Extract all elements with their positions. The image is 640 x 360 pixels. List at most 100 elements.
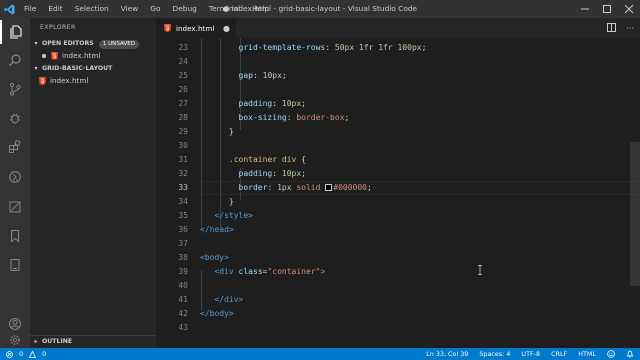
files-icon[interactable] xyxy=(0,20,30,44)
line-number-active: 33 xyxy=(178,183,188,192)
css-value: 10px xyxy=(262,71,282,80)
line-ending[interactable]: CRLF xyxy=(551,350,567,358)
unsaved-dot-icon[interactable]: ● xyxy=(223,24,230,33)
outline-header[interactable]: ▸ OUTLINE xyxy=(30,335,156,348)
search-icon[interactable] xyxy=(0,48,30,72)
line-number: 34 xyxy=(178,197,188,206)
code-line: } xyxy=(200,125,234,139)
more-actions-icon[interactable]: ··· xyxy=(626,24,634,33)
code-line: grid-template-rows: 50px 1fr 1fr 100px; xyxy=(238,43,427,52)
menu-file[interactable]: File xyxy=(18,0,42,18)
css-value: border-box xyxy=(296,113,345,122)
menu-selection[interactable]: Selection xyxy=(69,0,115,18)
close-icon[interactable] xyxy=(618,0,640,18)
open-editors-header[interactable]: ▾ OPEN EDITORS 1 UNSAVED xyxy=(30,38,156,50)
language-mode[interactable]: HTML xyxy=(578,350,596,358)
line-number: 38 xyxy=(178,253,188,262)
code-line: <div class="container"> xyxy=(214,267,326,276)
project-file-label: index.html xyxy=(50,76,89,85)
menu-go[interactable]: Go xyxy=(144,0,166,18)
debug-icon[interactable] xyxy=(0,106,30,130)
line-number: 25 xyxy=(178,71,188,80)
line-number: 42 xyxy=(178,309,188,318)
line-number: 41 xyxy=(178,295,188,304)
code-line: </style> xyxy=(200,209,253,223)
html-attribute: class xyxy=(238,267,263,276)
bookmark-icon[interactable] xyxy=(0,224,30,248)
vertical-scrollbar[interactable] xyxy=(630,38,640,348)
text-cursor-icon xyxy=(478,265,482,275)
explorer-title: EXPLORER xyxy=(40,24,76,31)
closing-brace: } xyxy=(228,127,234,136)
device-icon[interactable] xyxy=(0,253,30,277)
menu-debug[interactable]: Debug xyxy=(167,0,203,18)
css-selector: .container div xyxy=(228,155,297,164)
deploy-icon[interactable] xyxy=(0,195,30,219)
minimize-icon[interactable] xyxy=(574,0,596,18)
smiley-icon[interactable] xyxy=(607,350,615,358)
code-line: </div> xyxy=(200,293,243,307)
color-swatch[interactable] xyxy=(325,184,333,191)
open-editor-item[interactable]: index.html xyxy=(30,50,156,62)
line-number: 29 xyxy=(178,127,188,136)
line-number: 26 xyxy=(178,85,188,94)
extensions-icon[interactable] xyxy=(0,135,30,159)
bell-icon[interactable] xyxy=(626,350,634,358)
encoding[interactable]: UTF-8 xyxy=(521,350,540,358)
menu-edit[interactable]: Edit xyxy=(42,0,68,18)
scrollbar-thumb[interactable] xyxy=(630,142,640,286)
menu-help[interactable]: Help xyxy=(246,0,275,18)
maximize-icon[interactable] xyxy=(596,0,618,18)
line-number: 40 xyxy=(178,281,188,290)
html-tag: </div> xyxy=(214,295,244,304)
html-tag: <body> xyxy=(200,253,229,262)
explorer-sidebar: EXPLORER ▾ OPEN EDITORS 1 UNSAVED index.… xyxy=(30,18,156,348)
menu-terminal[interactable]: Terminal xyxy=(203,0,246,18)
html-tag: </style> xyxy=(214,211,253,220)
code-line: gap: 10px; xyxy=(238,71,287,80)
code-editor[interactable]: 23 24 25 26 27 28 29 30 31 32 33 34 35 3… xyxy=(156,38,640,348)
error-count: 0 xyxy=(19,350,24,358)
code-content[interactable]: grid-template-rows: 50px 1fr 1fr 100px; … xyxy=(200,38,630,348)
code-line: </head> xyxy=(200,223,234,237)
css-property: border xyxy=(238,183,268,192)
title-bar: File Edit Selection View Go Debug Termin… xyxy=(0,0,640,18)
project-folder-label: GRID-BASIC-LAYOUT xyxy=(42,65,113,72)
html-tag: <div xyxy=(214,267,234,276)
menu-view[interactable]: View xyxy=(115,0,145,18)
line-number: 36 xyxy=(178,225,188,234)
indentation[interactable]: Spaces: 4 xyxy=(479,350,510,358)
html5-icon xyxy=(39,77,46,85)
remote-icon[interactable] xyxy=(0,165,30,189)
line-number: 24 xyxy=(178,57,188,66)
cursor-position[interactable]: Ln 33, Col 39 xyxy=(426,350,468,358)
css-property: padding xyxy=(238,169,273,178)
code-line: <body> xyxy=(200,251,229,265)
opening-brace: { xyxy=(301,155,306,164)
unsaved-badge: 1 UNSAVED xyxy=(98,39,140,49)
css-color-value: #000000 xyxy=(333,183,367,192)
status-problems[interactable]: 0 0 xyxy=(0,350,46,358)
split-editor-icon[interactable] xyxy=(607,22,617,34)
code-line: </body> xyxy=(200,307,234,321)
settings-gear-icon[interactable] xyxy=(0,332,30,348)
css-property: gap xyxy=(238,71,253,80)
html5-icon xyxy=(164,24,171,32)
line-number-gutter: 23 24 25 26 27 28 29 30 31 32 33 34 35 3… xyxy=(156,38,188,348)
tab-index-html[interactable]: index.html ● xyxy=(156,18,236,38)
project-folder-header[interactable]: ▾ GRID-BASIC-LAYOUT xyxy=(30,63,156,75)
closing-brace: } xyxy=(228,197,234,206)
code-line: padding: 10px; xyxy=(238,99,306,108)
project-file-item[interactable]: index.html xyxy=(30,75,156,87)
source-control-icon[interactable] xyxy=(0,77,30,101)
css-value: 1px xyxy=(277,183,292,192)
line-number: 35 xyxy=(178,211,188,220)
html5-icon xyxy=(51,52,58,60)
warning-count: 0 xyxy=(42,350,47,358)
code-line: padding: 10px; xyxy=(238,169,306,178)
editor-tabs: index.html ● ··· xyxy=(156,18,640,38)
status-right: Ln 33, Col 39 Spaces: 4 UTF-8 CRLF HTML xyxy=(426,348,634,360)
editor-actions: ··· xyxy=(607,18,634,38)
open-editors-label: OPEN EDITORS xyxy=(42,40,94,47)
css-value: 50px 1fr 1fr 100px xyxy=(334,43,422,52)
